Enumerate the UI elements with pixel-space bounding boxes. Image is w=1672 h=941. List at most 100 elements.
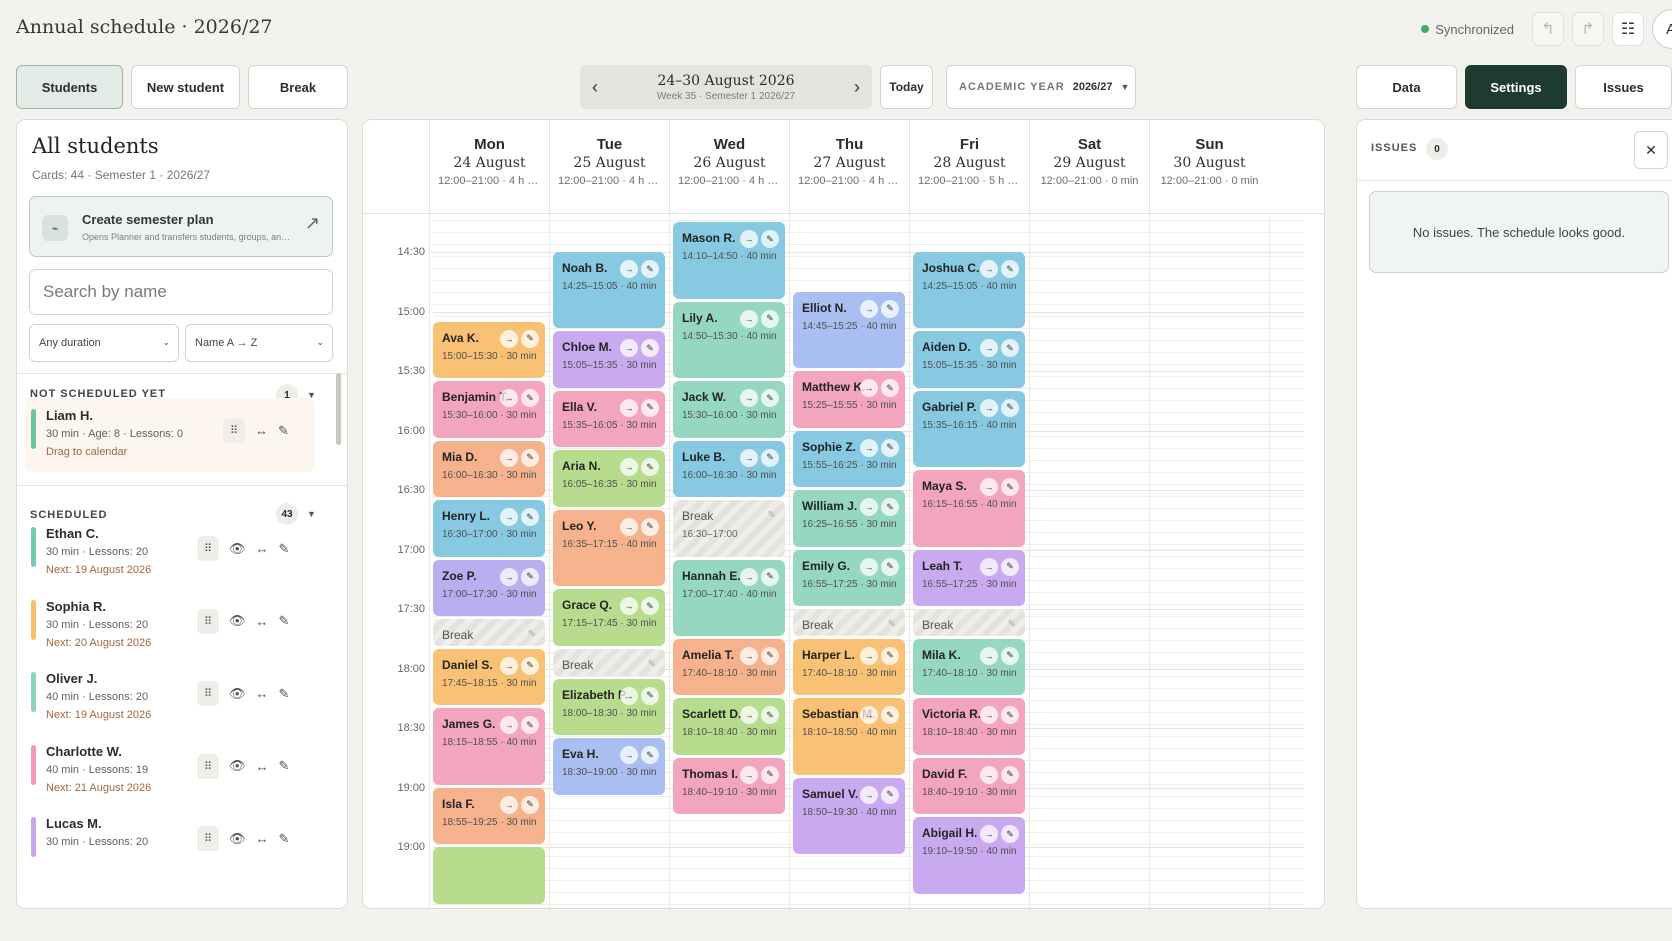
drag-handle-icon[interactable]: ⠿ (197, 826, 219, 851)
lesson-block[interactable]: Maya S. 16:15–16:55 · 40 min → ✎ (913, 470, 1025, 547)
new-student-button[interactable]: New student (131, 65, 240, 109)
move-arrow-icon[interactable]: → (620, 398, 638, 417)
edit-icon[interactable]: ✎ (521, 389, 539, 407)
lesson-block[interactable]: Henry L. 16:30–17:00 · 30 min → ✎ (433, 500, 545, 557)
edit-icon[interactable]: ✎ (279, 758, 290, 774)
unscheduled-student-card[interactable]: Liam H. 30 min · Age: 8 · Lessons: 0 Drag … (25, 398, 315, 472)
lesson-block[interactable]: Chloe M. 15:05–15:35 · 30 min → ✎ (553, 331, 665, 388)
edit-icon[interactable]: ✎ (641, 597, 659, 616)
students-button[interactable]: Students (16, 65, 123, 109)
edit-icon[interactable]: ✎ (641, 398, 659, 417)
edit-icon[interactable]: ✎ (881, 557, 899, 576)
break-block[interactable]: Break ✎ (913, 609, 1025, 636)
move-arrow-icon[interactable]: → (620, 597, 638, 616)
edit-icon[interactable]: ✎ (278, 423, 289, 439)
close-icon[interactable]: ✕ (1634, 131, 1668, 169)
swap-icon[interactable]: ↔ (256, 614, 269, 629)
move-arrow-icon[interactable]: → (860, 438, 878, 457)
lesson-block[interactable]: Leo Y. 16:35–17:15 · 40 min → ✎ (553, 509, 665, 587)
edit-icon[interactable]: ✎ (761, 706, 779, 725)
student-card[interactable]: Lucas M. 30 min · Lessons: 20 ⠿ 👁 ↔ ✎ (25, 806, 315, 880)
edit-icon[interactable]: ✎ (641, 458, 659, 477)
move-arrow-icon[interactable]: → (500, 795, 518, 814)
issues-button[interactable]: Issues (1575, 65, 1672, 109)
move-arrow-icon[interactable]: → (860, 498, 878, 517)
swap-icon[interactable]: ↔ (256, 831, 269, 846)
edit-icon[interactable]: ✎ (1001, 825, 1019, 844)
move-arrow-icon[interactable]: → (620, 686, 638, 705)
lesson-block[interactable]: Mason R. 14:10–14:50 · 40 min → ✎ (673, 222, 785, 299)
lesson-block[interactable]: William J. 16:25–16:55 · 30 min → ✎ (793, 490, 905, 547)
move-arrow-icon[interactable]: → (740, 389, 758, 407)
drag-handle-icon[interactable]: ⠿ (223, 418, 245, 443)
move-arrow-icon[interactable]: → (860, 785, 878, 804)
edit-icon[interactable]: ✎ (881, 379, 899, 398)
edit-icon[interactable]: ✎ (521, 567, 539, 586)
lesson-block[interactable]: Leah T. 16:55–17:25 · 30 min → ✎ (913, 549, 1025, 607)
create-semester-plan-button[interactable]: ⌁ Create semester plan Opens Planner and… (29, 196, 333, 257)
move-arrow-icon[interactable]: → (980, 706, 998, 725)
eye-icon[interactable]: 👁 (229, 613, 246, 629)
edit-icon[interactable]: ✎ (881, 785, 899, 804)
student-card[interactable]: Oliver J. 40 min · Lessons: 20 Next: 19 Au… (25, 661, 315, 735)
eye-icon[interactable]: 👁 (229, 686, 246, 702)
move-arrow-icon[interactable]: → (620, 517, 638, 536)
edit-icon[interactable]: ✎ (648, 659, 656, 670)
lesson-block[interactable]: Luke B. 16:00–16:30 · 30 min → ✎ (673, 440, 785, 497)
swap-icon[interactable]: ↔ (256, 686, 269, 701)
move-arrow-icon[interactable]: → (740, 567, 758, 586)
edit-icon[interactable]: ✎ (761, 448, 779, 467)
edit-icon[interactable]: ✎ (1008, 619, 1016, 630)
edit-icon[interactable]: ✎ (521, 329, 539, 348)
lesson-block[interactable]: Daniel S. 17:45–18:15 · 30 min → ✎ (433, 648, 545, 706)
move-arrow-icon[interactable]: → (500, 716, 518, 735)
lesson-block[interactable]: Hannah E. 17:00–17:40 · 40 min → ✎ (673, 559, 785, 636)
edit-icon[interactable]: ✎ (1001, 646, 1019, 665)
lesson-block[interactable]: Ella V. 15:35–16:05 · 30 min → ✎ (553, 390, 665, 448)
drag-handle-icon[interactable]: ⠿ (197, 608, 219, 634)
move-arrow-icon[interactable]: → (860, 379, 878, 398)
break-block[interactable]: Break ✎ (793, 609, 905, 636)
lesson-block[interactable]: Zoe P. 17:00–17:30 · 30 min → ✎ (433, 559, 545, 616)
lesson-block[interactable] (433, 847, 545, 904)
prev-week-icon[interactable]: ‹ (592, 77, 598, 98)
edit-icon[interactable]: ✎ (761, 309, 779, 328)
move-arrow-icon[interactable]: → (620, 458, 638, 477)
move-arrow-icon[interactable]: → (500, 448, 518, 467)
edit-icon[interactable]: ✎ (768, 510, 776, 521)
student-card[interactable]: Sophia R. 30 min · Lessons: 20 Next: 20 Au… (25, 589, 315, 663)
edit-icon[interactable]: ✎ (881, 498, 899, 517)
move-arrow-icon[interactable]: → (740, 448, 758, 467)
edit-icon[interactable]: ✎ (881, 646, 899, 665)
lesson-block[interactable]: Sebastian M. 18:10–18:50 · 40 min → ✎ (793, 698, 905, 775)
move-arrow-icon[interactable]: → (740, 309, 758, 328)
next-week-icon[interactable]: › (854, 77, 860, 98)
lesson-block[interactable]: Elliot N. 14:45–15:25 · 40 min → ✎ (793, 291, 905, 369)
edit-icon[interactable]: ✎ (1001, 398, 1019, 417)
move-arrow-icon[interactable]: → (980, 478, 998, 497)
edit-icon[interactable]: ✎ (1001, 339, 1019, 358)
edit-icon[interactable]: ✎ (279, 613, 290, 629)
lesson-block[interactable]: Abigail H. 19:10–19:50 · 40 min → ✎ (913, 817, 1025, 894)
lesson-block[interactable]: Victoria R. 18:10–18:40 · 30 min → ✎ (913, 698, 1025, 755)
lesson-block[interactable]: Elizabeth P. 18:00–18:30 · 30 min → ✎ (553, 678, 665, 735)
edit-icon[interactable]: ✎ (641, 517, 659, 536)
edit-icon[interactable]: ✎ (521, 716, 539, 735)
edit-icon[interactable]: ✎ (881, 299, 899, 318)
move-arrow-icon[interactable]: → (620, 339, 638, 358)
settings-button[interactable]: Settings (1465, 65, 1567, 109)
edit-icon[interactable]: ✎ (521, 508, 539, 526)
lesson-block[interactable]: Benjamin T. 15:30–16:00 · 30 min → ✎ (433, 381, 545, 438)
lesson-block[interactable]: Jack W. 15:30–16:00 · 30 min → ✎ (673, 381, 785, 438)
redo-button[interactable]: ↱ (1572, 12, 1604, 46)
edit-icon[interactable]: ✎ (521, 795, 539, 814)
edit-icon[interactable]: ✎ (761, 765, 779, 784)
move-arrow-icon[interactable]: → (980, 825, 998, 844)
drag-handle-icon[interactable]: ⠿ (197, 753, 219, 779)
lesson-block[interactable]: Thomas I. 18:40–19:10 · 30 min → ✎ (673, 757, 785, 815)
move-arrow-icon[interactable]: → (860, 646, 878, 665)
move-arrow-icon[interactable]: → (740, 765, 758, 784)
edit-icon[interactable]: ✎ (279, 831, 290, 847)
avatar[interactable]: A (1652, 9, 1672, 49)
edit-icon[interactable]: ✎ (641, 686, 659, 705)
